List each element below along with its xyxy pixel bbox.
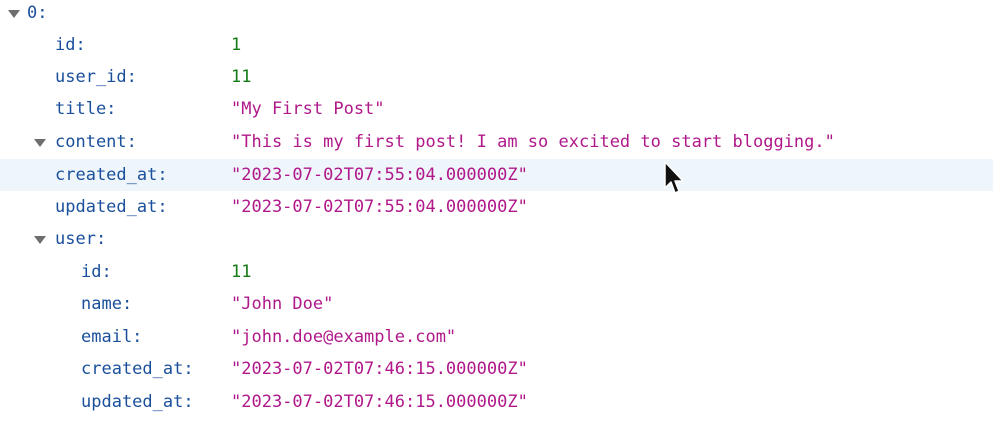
field-key: id: — [81, 262, 112, 282]
field-value: "John Doe" — [231, 294, 334, 314]
tree-row-user-created-at[interactable]: created_at: "2023-07-02T07:46:15.000000Z… — [0, 353, 993, 385]
tree-row-user-name[interactable]: name: "John Doe" — [0, 288, 993, 320]
field-key: user: — [55, 229, 107, 249]
field-value: "2023-07-02T07:46:15.000000Z" — [231, 392, 528, 412]
field-key: user_id: — [55, 67, 137, 87]
tree-row-user-id-nested[interactable]: id: 11 — [0, 256, 993, 288]
field-value: "2023-07-02T07:55:04.000000Z" — [231, 197, 528, 217]
tree-row-user-id[interactable]: user_id: 11 — [0, 61, 993, 93]
tree-row-user-email[interactable]: email: "john.doe@example.com" — [0, 321, 993, 353]
field-key: id: — [55, 35, 86, 55]
field-key: name: — [81, 294, 133, 314]
root-index-key: 0: — [27, 3, 48, 23]
tree-row-user-updated-at[interactable]: updated_at: "2023-07-02T07:46:15.000000Z… — [0, 386, 993, 418]
json-viewer: 0: id: 1 user_id: 11 title: "My First Po… — [0, 0, 993, 424]
expand-toggle-icon[interactable] — [34, 236, 46, 244]
tree-row-root[interactable]: 0: — [0, 0, 993, 29]
tree-row-content[interactable]: content: "This is my first post! I am so… — [0, 126, 993, 158]
field-key: email: — [81, 327, 143, 347]
field-key: updated_at: — [81, 392, 194, 412]
field-key: content: — [55, 132, 137, 152]
field-value: 11 — [231, 262, 252, 282]
tree-row-created-at[interactable]: created_at: "2023-07-02T07:55:04.000000Z… — [0, 159, 993, 191]
tree-row-updated-at[interactable]: updated_at: "2023-07-02T07:55:04.000000Z… — [0, 191, 993, 223]
field-key: title: — [55, 99, 117, 119]
expand-toggle-icon[interactable] — [8, 10, 20, 18]
field-value: 11 — [231, 67, 252, 87]
field-value: "john.doe@example.com" — [231, 327, 457, 347]
field-value: "2023-07-02T07:55:04.000000Z" — [231, 165, 528, 185]
tree-row-user[interactable]: user: — [0, 223, 993, 255]
field-value: "My First Post" — [231, 99, 385, 119]
field-key: updated_at: — [55, 197, 168, 217]
tree-row-title[interactable]: title: "My First Post" — [0, 93, 993, 125]
field-value: "This is my first post! I am so excited … — [231, 132, 835, 152]
expand-toggle-icon[interactable] — [34, 139, 46, 147]
field-value: 1 — [231, 35, 242, 55]
field-key: created_at: — [55, 165, 168, 185]
mouse-pointer-icon — [664, 161, 684, 194]
field-key: created_at: — [81, 359, 194, 379]
field-value: "2023-07-02T07:46:15.000000Z" — [231, 359, 528, 379]
tree-row-id[interactable]: id: 1 — [0, 29, 993, 61]
